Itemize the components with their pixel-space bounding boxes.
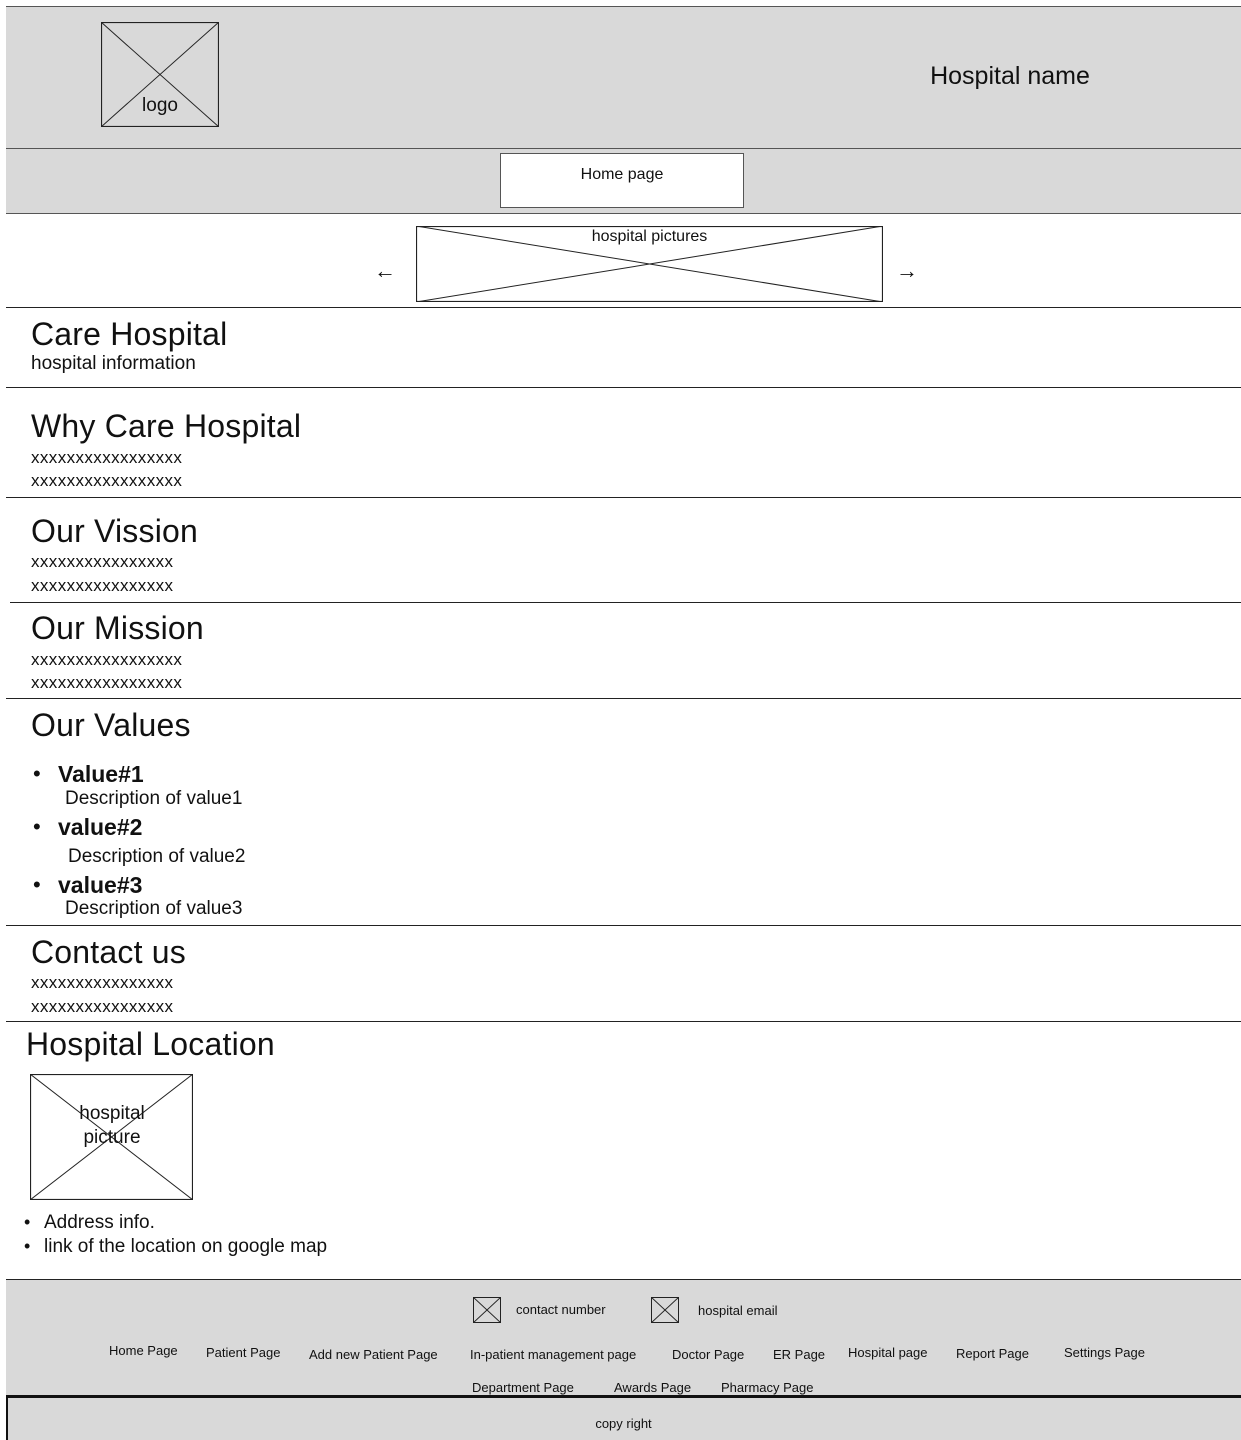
home-page-button[interactable]: Home page [500, 153, 744, 208]
value-3-title: value#3 [58, 872, 143, 898]
values-title: Our Values [31, 707, 191, 743]
vision-line-2: xxxxxxxxxxxxxxxx [31, 576, 174, 595]
vision-title: Our Vission [31, 513, 199, 549]
map-link-bullet: • [24, 1236, 31, 1256]
address-info: Address info. [44, 1212, 155, 1233]
value-1-title: Value#1 [58, 761, 144, 787]
footer-link-hospital[interactable]: Hospital page [848, 1345, 928, 1360]
footer-link-add-patient[interactable]: Add new Patient Page [309, 1347, 438, 1362]
email-icon [651, 1297, 679, 1323]
footer-link-er[interactable]: ER Page [773, 1347, 825, 1362]
hospital-pictures-carousel[interactable]: hospital pictures [416, 226, 883, 302]
why-line-2: xxxxxxxxxxxxxxxxx [31, 471, 183, 490]
value-1-bullet: • [33, 761, 41, 786]
hospital-location-picture[interactable]: hospital picture [30, 1074, 193, 1200]
value-2-bullet: • [33, 814, 41, 839]
location-picture-label: hospital picture [79, 1103, 145, 1148]
logo-placeholder[interactable]: logo [101, 22, 219, 127]
footer-link-report[interactable]: Report Page [956, 1346, 1029, 1361]
footer-link-awards[interactable]: Awards Page [614, 1380, 691, 1395]
footer-link-pharmacy[interactable]: Pharmacy Page [721, 1380, 814, 1395]
footer-link-doctor[interactable]: Doctor Page [672, 1347, 744, 1362]
footer-link-settings[interactable]: Settings Page [1064, 1345, 1145, 1360]
value-2-title: value#2 [58, 814, 143, 840]
footer-link-patient[interactable]: Patient Page [206, 1345, 280, 1360]
value-3-bullet: • [33, 872, 41, 897]
mission-line-1: xxxxxxxxxxxxxxxxx [31, 650, 183, 669]
about-text: hospital information [31, 353, 196, 374]
phone-icon [473, 1297, 501, 1323]
footer-link-inpatient[interactable]: In-patient management page [470, 1347, 636, 1362]
contact-line-1: xxxxxxxxxxxxxxxx [31, 973, 174, 992]
carousel-next-arrow-icon[interactable]: → [896, 260, 918, 282]
hospital-email[interactable]: hospital email [698, 1303, 778, 1318]
copyright-text: copy right [595, 1416, 652, 1431]
vision-line-1: xxxxxxxxxxxxxxxx [31, 552, 174, 571]
address-bullet: • [24, 1212, 31, 1232]
mission-line-2: xxxxxxxxxxxxxxxxx [31, 673, 183, 692]
contact-line-2: xxxxxxxxxxxxxxxx [31, 997, 174, 1016]
carousel-prev-arrow-icon[interactable]: ← [374, 260, 396, 282]
footer [6, 1280, 1241, 1395]
value-3-desc: Description of value3 [65, 898, 243, 919]
footer-link-home[interactable]: Home Page [109, 1343, 178, 1358]
hospital-name: Hospital name [930, 62, 1090, 90]
contact-number[interactable]: contact number [516, 1302, 606, 1317]
carousel-label: hospital pictures [591, 228, 708, 245]
value-2-desc: Description of value2 [68, 846, 246, 867]
why-title: Why Care Hospital [31, 408, 302, 444]
why-line-1: xxxxxxxxxxxxxxxxx [31, 448, 183, 467]
google-map-link[interactable]: link of the location on google map [44, 1236, 327, 1258]
about-title: Care Hospital [31, 316, 228, 352]
footer-link-department[interactable]: Department Page [472, 1380, 574, 1395]
mission-title: Our Mission [31, 610, 204, 646]
contact-title: Contact us [31, 934, 186, 970]
value-1-desc: Description of value1 [65, 788, 243, 809]
location-title: Hospital Location [26, 1026, 275, 1062]
logo-label: logo [142, 95, 178, 116]
